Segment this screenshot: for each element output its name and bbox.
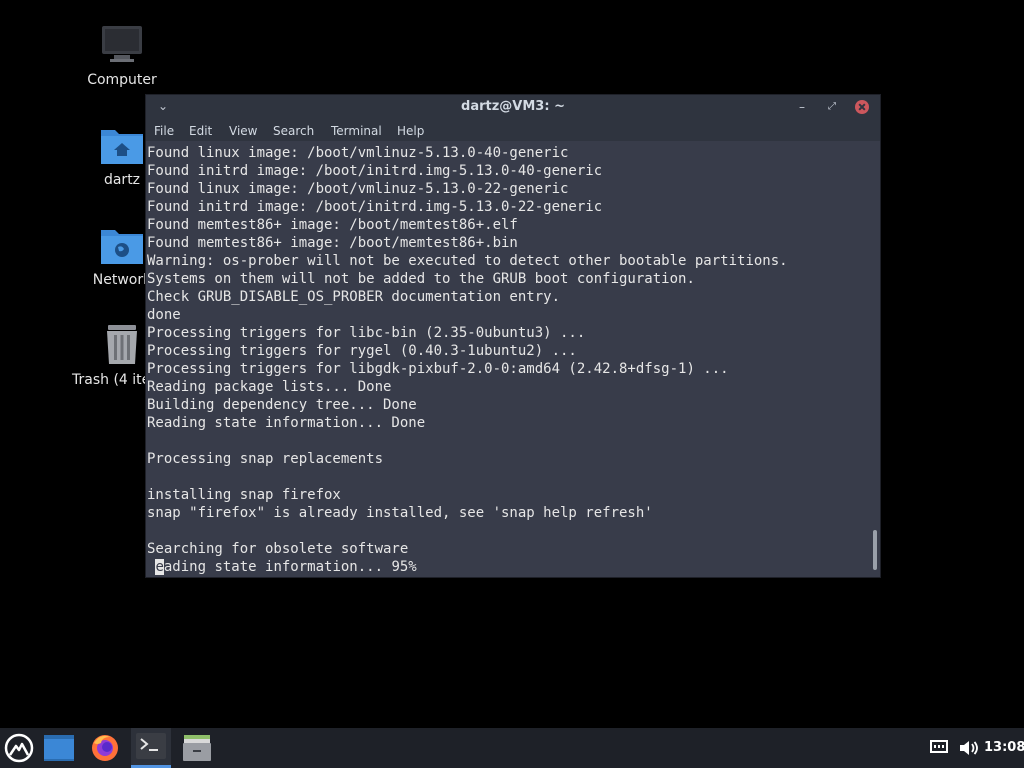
close-button[interactable] <box>855 100 869 114</box>
menubar: File Edit View Search Terminal Help <box>146 119 880 141</box>
volume-icon[interactable] <box>959 740 979 756</box>
trash-icon <box>107 325 137 364</box>
clock[interactable]: 13:08 <box>984 740 1024 755</box>
terminal-line: Found linux image: /boot/vmlinuz-5.13.0-… <box>147 145 569 161</box>
terminal-line: done <box>147 307 181 323</box>
terminal-line: Reading package lists... Done <box>147 379 392 395</box>
scrollbar-thumb[interactable] <box>873 530 877 570</box>
maximize-button[interactable]: ⤢ <box>824 99 840 115</box>
menu-search[interactable]: Search <box>273 124 314 138</box>
terminal-line: Processing triggers for libgdk-pixbuf-2.… <box>147 361 729 377</box>
home-folder-icon <box>101 130 143 164</box>
terminal-scrollbar[interactable] <box>872 141 880 577</box>
terminal-line: Check GRUB_DISABLE_OS_PROBER documentati… <box>147 289 561 305</box>
terminal-line: Searching for obsolete software <box>147 541 409 557</box>
terminal-line: installing snap firefox <box>147 487 341 503</box>
window-title: dartz@VM3: ~ <box>461 99 565 114</box>
terminal-taskbar-button[interactable] <box>131 728 171 768</box>
terminal-line: Reading state information... Done <box>147 415 426 431</box>
menu-file[interactable]: File <box>154 124 174 138</box>
taskbar: 13:08 <box>0 728 1024 768</box>
menu-view[interactable]: View <box>229 124 257 138</box>
terminal-line: Building dependency tree... Done <box>147 397 417 413</box>
terminal-icon <box>136 733 166 759</box>
terminal-line: Found memtest86+ image: /boot/memtest86+… <box>147 235 518 251</box>
terminal-line: Systems on them will not be added to the… <box>147 271 695 287</box>
network-icon[interactable] <box>930 740 948 756</box>
window-titlebar[interactable]: ⌄ dartz@VM3: ~ – ⤢ <box>146 95 880 119</box>
network-folder-icon <box>101 230 143 264</box>
menu-icon[interactable] <box>4 733 34 763</box>
desktop-icon-computer[interactable]: Computer <box>72 22 172 92</box>
minimize-button[interactable]: – <box>794 99 810 115</box>
terminal-line: Found initrd image: /boot/initrd.img-5.1… <box>147 199 603 215</box>
terminal-window[interactable]: ⌄ dartz@VM3: ~ – ⤢ File Edit View Search… <box>146 95 880 577</box>
show-desktop-icon[interactable] <box>44 735 74 761</box>
terminal-current-line: eading state information... 95% <box>147 558 417 576</box>
terminal-output[interactable]: Found linux image: /boot/vmlinuz-5.13.0-… <box>147 144 871 576</box>
terminal-line: Found initrd image: /boot/initrd.img-5.1… <box>147 163 603 179</box>
desktop-icon-label: Computer <box>87 72 157 88</box>
firefox-icon[interactable] <box>90 733 120 763</box>
menu-edit[interactable]: Edit <box>189 124 212 138</box>
terminal-line: Processing triggers for rygel (0.40.3-1u… <box>147 343 577 359</box>
terminal-line: Found linux image: /boot/vmlinuz-5.13.0-… <box>147 181 569 197</box>
menu-terminal[interactable]: Terminal <box>331 124 382 138</box>
terminal-line: Found memtest86+ image: /boot/memtest86+… <box>147 217 518 233</box>
computer-icon <box>102 26 142 62</box>
terminal-line: snap "firefox" is already installed, see… <box>147 505 653 521</box>
terminal-line: Processing triggers for libc-bin (2.35-0… <box>147 325 586 341</box>
file-manager-icon[interactable] <box>182 733 212 763</box>
terminal-cursor: e <box>155 559 164 575</box>
terminal-line-rest: ading state information... 95% <box>163 559 417 575</box>
menu-help[interactable]: Help <box>397 124 424 138</box>
terminal-line: Processing snap replacements <box>147 451 384 467</box>
terminal-line: Warning: os-prober will not be executed … <box>147 253 788 269</box>
